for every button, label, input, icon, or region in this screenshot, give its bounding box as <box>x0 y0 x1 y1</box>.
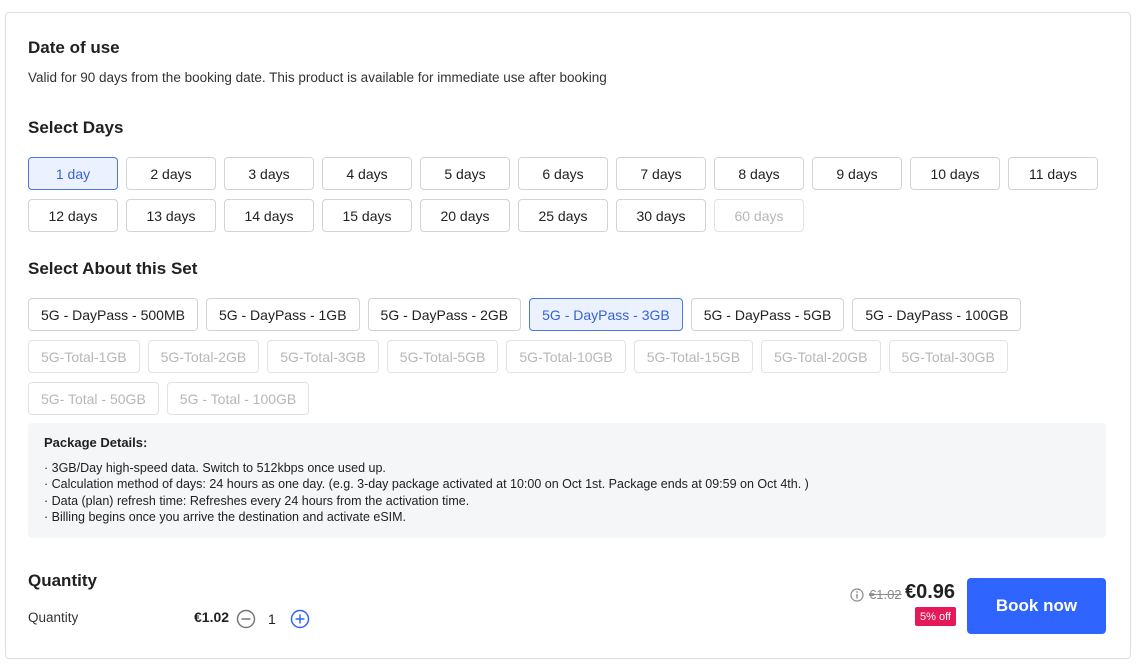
select-days-title: Select Days <box>28 118 124 137</box>
set-option: 5G-Total-5GB <box>386 340 499 373</box>
day-option[interactable]: 4 days <box>322 157 412 190</box>
day-option[interactable]: 5 days <box>420 157 510 190</box>
set-option: 5G - Total - 100GB <box>166 382 310 415</box>
current-price: €0.96 <box>905 581 956 603</box>
package-detail-line: · 3GB/Day high-speed data. Switch to 512… <box>44 460 386 475</box>
days-row-1: 1 day 2 days 3 days 4 days 5 days 6 days… <box>28 157 1098 190</box>
set-option: 5G-Total-30GB <box>888 340 1008 373</box>
day-option: 60 days <box>714 199 804 232</box>
set-option: 5G-Total-3GB <box>267 340 379 373</box>
day-option[interactable]: 7 days <box>616 157 706 190</box>
set-row-3: 5G- Total - 50GB 5G - Total - 100GB <box>28 382 310 415</box>
set-option[interactable]: 5G - DayPass - 2GB <box>367 298 522 331</box>
day-option[interactable]: 12 days <box>28 199 118 232</box>
day-option[interactable]: 30 days <box>616 199 706 232</box>
quantity-value: 1 <box>268 611 276 627</box>
day-option[interactable]: 15 days <box>322 199 412 232</box>
set-option: 5G-Total-20GB <box>761 340 881 373</box>
package-detail-line: · Data (plan) refresh time: Refreshes ev… <box>44 493 470 508</box>
set-row-2: 5G-Total-1GB 5G-Total-2GB 5G-Total-3GB 5… <box>28 340 1008 373</box>
set-option: 5G- Total - 50GB <box>28 382 159 415</box>
day-option[interactable]: 2 days <box>126 157 216 190</box>
day-option[interactable]: 11 days <box>1008 157 1098 190</box>
package-detail-line: · Calculation method of days: 24 hours a… <box>44 477 809 491</box>
package-detail-line: · Billing begins once you arrive the des… <box>44 510 407 524</box>
set-option: 5G-Total-2GB <box>147 340 260 373</box>
discount-badge: 5% off <box>915 607 956 626</box>
set-option: 5G-Total-1GB <box>28 340 140 373</box>
days-row-2: 12 days 13 days 14 days 15 days 20 days … <box>28 199 804 232</box>
set-option[interactable]: 5G - DayPass - 100GB <box>852 298 1022 331</box>
quantity-label: Quantity <box>28 610 79 625</box>
set-option[interactable]: 5G - DayPass - 5GB <box>690 298 845 331</box>
day-option[interactable]: 3 days <box>224 157 314 190</box>
day-option[interactable]: 8 days <box>714 157 804 190</box>
quantity-title: Quantity <box>28 571 97 590</box>
book-now-button[interactable]: Book now <box>967 578 1106 634</box>
set-option: 5G-Total-15GB <box>633 340 754 373</box>
date-of-use-description: Valid for 90 days from the booking date.… <box>28 70 607 85</box>
day-option[interactable]: 9 days <box>812 157 902 190</box>
booking-options-card: Date of use Valid for 90 days from the b… <box>5 12 1131 659</box>
date-of-use-title: Date of use <box>28 38 120 57</box>
day-option[interactable]: 10 days <box>910 157 1000 190</box>
day-option[interactable]: 25 days <box>518 199 608 232</box>
day-option[interactable]: 13 days <box>126 199 216 232</box>
minus-circle-icon[interactable] <box>236 609 256 629</box>
set-option[interactable]: 5G - DayPass - 3GB <box>529 298 683 331</box>
info-icon[interactable] <box>850 588 864 602</box>
day-option[interactable]: 14 days <box>224 199 314 232</box>
original-price: €1.02 <box>869 587 902 602</box>
set-option[interactable]: 5G - DayPass - 500MB <box>28 298 198 331</box>
set-option: 5G-Total-10GB <box>506 340 626 373</box>
set-option[interactable]: 5G - DayPass - 1GB <box>205 298 360 331</box>
day-option[interactable]: 6 days <box>518 157 608 190</box>
package-details: Package Details: · 3GB/Day high-speed da… <box>28 423 1106 538</box>
plus-circle-icon[interactable] <box>290 609 310 629</box>
day-option[interactable]: 1 day <box>28 157 118 190</box>
select-set-title: Select About this Set <box>28 259 198 278</box>
unit-price: €1.02 <box>194 609 230 625</box>
day-option[interactable]: 20 days <box>420 199 510 232</box>
set-row-1: 5G - DayPass - 500MB 5G - DayPass - 1GB … <box>28 298 1022 331</box>
package-details-title: Package Details: <box>44 435 148 450</box>
